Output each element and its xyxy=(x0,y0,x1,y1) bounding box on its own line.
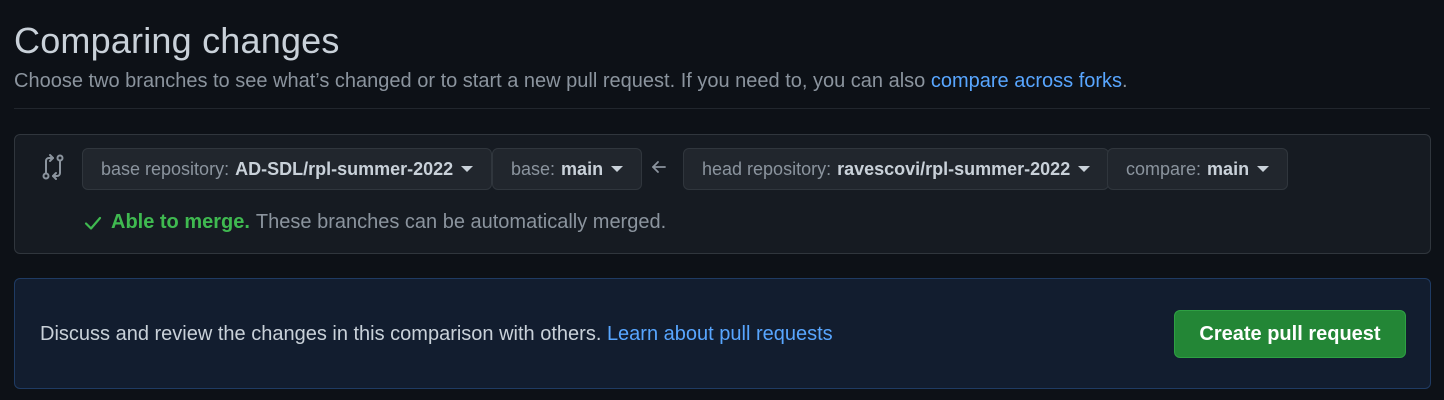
pr-description-text: Discuss and review the changes in this c… xyxy=(40,323,607,345)
header-divider xyxy=(14,108,1430,109)
merge-status-message: These branches can be automatically merg… xyxy=(255,211,667,233)
base-branch-label: base: xyxy=(511,158,556,179)
compare-across-forks-link[interactable]: compare across forks xyxy=(931,70,1122,92)
triangle-down-icon xyxy=(1078,166,1091,172)
triangle-down-icon xyxy=(461,166,474,172)
page-subtitle: Choose two branches to see what’s change… xyxy=(14,70,1128,93)
subtitle-text: Choose two branches to see what’s change… xyxy=(14,70,931,92)
subtitle-end: . xyxy=(1122,70,1128,92)
pull-request-blankslate: Discuss and review the changes in this c… xyxy=(14,278,1431,389)
base-repository-select[interactable]: base repository: AD-SDL/rpl-summer-2022 xyxy=(82,148,493,190)
head-repository-value: ravescovi/rpl-summer-2022 xyxy=(837,158,1071,179)
triangle-down-icon xyxy=(1257,166,1270,172)
head-repository-label: head repository: xyxy=(702,158,832,179)
pr-description: Discuss and review the changes in this c… xyxy=(40,323,833,346)
arrow-left-icon xyxy=(652,161,666,173)
merge-status: Able to merge. These branches can be aut… xyxy=(83,211,666,234)
base-repository-label: base repository: xyxy=(101,158,230,179)
range-editor: base repository: AD-SDL/rpl-summer-2022 … xyxy=(14,134,1431,254)
compare-branch-select[interactable]: compare: main xyxy=(1107,148,1289,190)
compare-page: Comparing changes Choose two branches to… xyxy=(0,0,1444,400)
create-pull-request-button[interactable]: Create pull request xyxy=(1174,310,1406,358)
compare-branch-value: main xyxy=(1207,158,1250,179)
head-repository-select[interactable]: head repository: ravescovi/rpl-summer-20… xyxy=(683,148,1110,190)
base-repository-value: AD-SDL/rpl-summer-2022 xyxy=(235,158,454,179)
base-branch-select[interactable]: base: main xyxy=(492,148,643,190)
compare-branch-label: compare: xyxy=(1126,158,1202,179)
base-branch-value: main xyxy=(561,158,604,179)
merge-status-ok: Able to merge. xyxy=(111,211,250,233)
learn-about-pull-requests-link[interactable]: Learn about pull requests xyxy=(607,323,833,345)
check-icon xyxy=(84,216,102,230)
git-compare-icon xyxy=(42,154,64,180)
triangle-down-icon xyxy=(611,166,624,172)
page-title: Comparing changes xyxy=(14,20,340,61)
